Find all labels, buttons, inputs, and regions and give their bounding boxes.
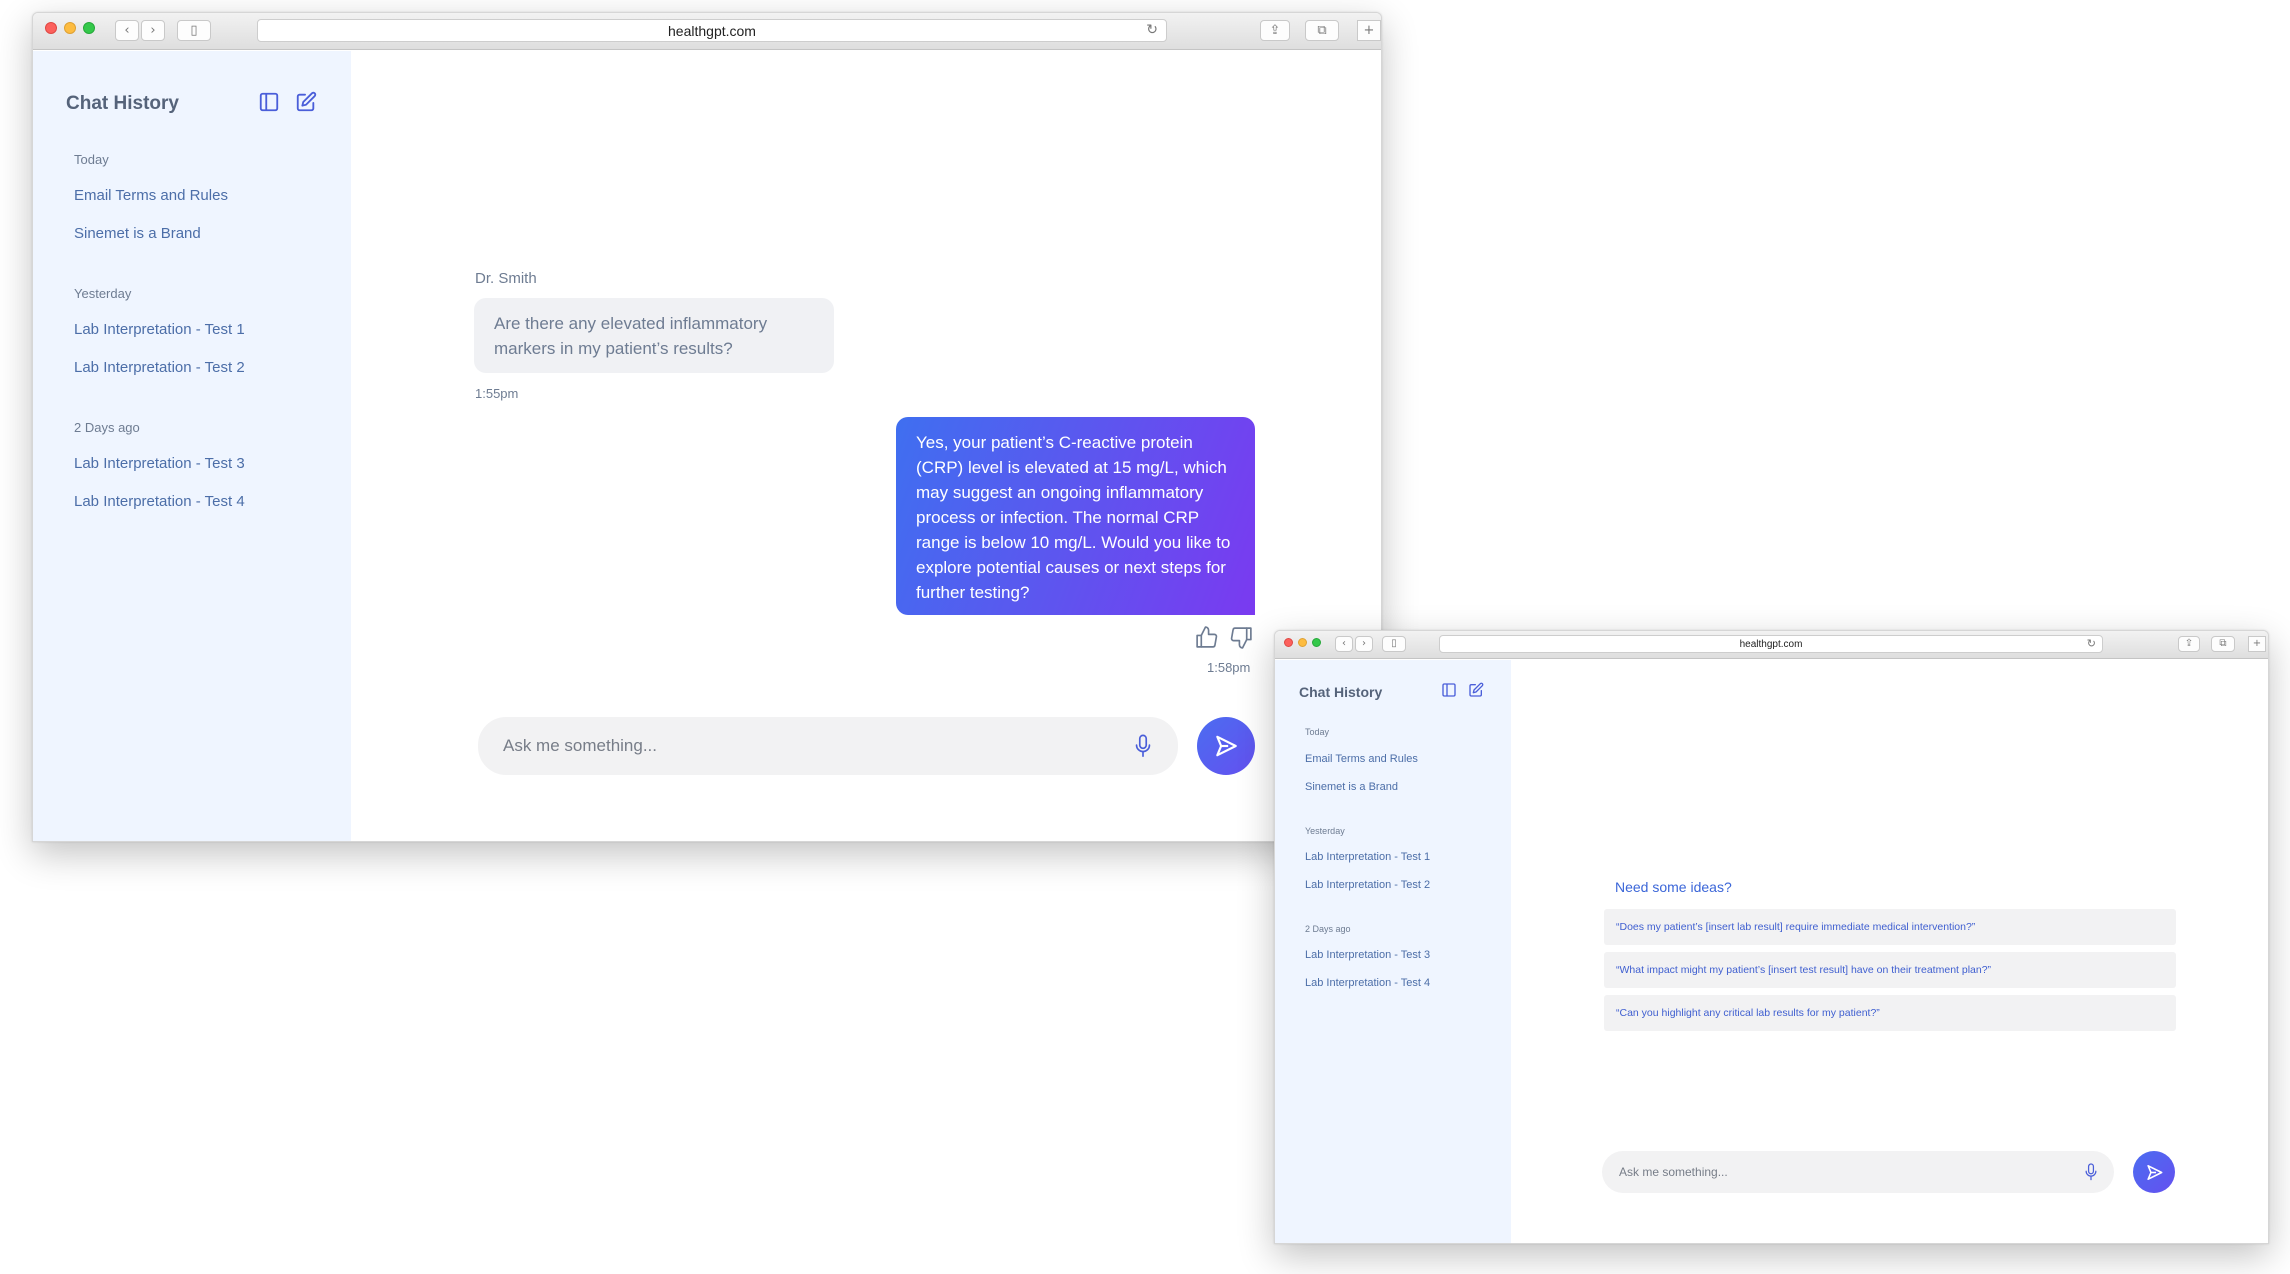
browser-window-ideas: ‹ › ▯ healthgpt.com ↻ ⇪ ⧉ + Chat History… <box>1274 630 2269 1244</box>
chat-item[interactable]: Sinemet is a Brand <box>1305 781 1398 793</box>
send-button[interactable] <box>2133 1151 2175 1193</box>
input-placeholder: Ask me something... <box>503 736 658 755</box>
minimize-window-button[interactable] <box>64 22 76 34</box>
url-text: healthgpt.com <box>668 22 756 39</box>
chat-item[interactable]: Lab Interpretation - Test 2 <box>74 359 245 376</box>
message-input[interactable]: Ask me something... <box>478 717 1178 775</box>
close-window-button[interactable] <box>1284 638 1293 647</box>
tabs-button[interactable]: ⧉ <box>1305 20 1339 41</box>
group-label-today: Today <box>74 152 109 167</box>
user-message-time: 1:55pm <box>475 386 519 401</box>
user-message-bubble: Are there any elevated inflammatory mark… <box>474 298 834 373</box>
microphone-icon[interactable] <box>1133 734 1153 758</box>
new-tab-button[interactable]: + <box>1357 20 1381 41</box>
chat-item[interactable]: Lab Interpretation - Test 4 <box>1305 977 1430 989</box>
thumbs-up-icon[interactable] <box>1194 625 1219 650</box>
zoom-window-button[interactable] <box>83 22 95 34</box>
sidebar-title: Chat History <box>66 93 179 114</box>
sender-name: Dr. Smith <box>475 270 537 287</box>
browser-toolbar: ‹ › ▯ healthgpt.com ↻ ⇪ ⧉ + <box>33 13 1381 50</box>
chat-item[interactable]: Lab Interpretation - Test 1 <box>74 321 245 338</box>
new-chat-icon[interactable] <box>1468 682 1484 698</box>
browser-toolbar: ‹ › ▯ healthgpt.com ↻ ⇪ ⧉ + <box>1275 631 2268 659</box>
idea-suggestion[interactable]: “Can you highlight any critical lab resu… <box>1604 995 2176 1031</box>
message-input[interactable]: Ask me something... <box>1602 1151 2114 1193</box>
idea-suggestion[interactable]: “Does my patient’s [insert lab result] r… <box>1604 909 2176 945</box>
new-chat-icon[interactable] <box>295 91 317 113</box>
send-button[interactable] <box>1197 717 1255 775</box>
reload-icon[interactable]: ↻ <box>2087 637 2096 650</box>
sidebar-title: Chat History <box>1299 684 1383 700</box>
group-label-yesterday: Yesterday <box>1305 826 1345 836</box>
chat-item[interactable]: Lab Interpretation - Test 3 <box>74 455 245 472</box>
send-icon <box>2146 1164 2162 1180</box>
ai-response-bubble: Yes, your patient’s C-reactive protein (… <box>896 417 1255 615</box>
group-label-today: Today <box>1305 727 1330 737</box>
thumbs-down-icon[interactable] <box>1229 625 1254 650</box>
idea-suggestion[interactable]: “What impact might my patient’s [insert … <box>1604 952 2176 988</box>
minimize-window-button[interactable] <box>1298 638 1307 647</box>
url-text: healthgpt.com <box>1739 638 1803 650</box>
address-bar[interactable]: healthgpt.com ↻ <box>257 19 1167 42</box>
back-button[interactable]: ‹ <box>1335 636 1353 652</box>
chat-item[interactable]: Lab Interpretation - Test 1 <box>1305 851 1430 863</box>
ideas-title: Need some ideas? <box>1615 879 1732 895</box>
chat-item[interactable]: Lab Interpretation - Test 3 <box>1305 949 1430 961</box>
ai-message-time: 1:58pm <box>1207 660 1251 675</box>
share-button[interactable]: ⇪ <box>2178 636 2200 652</box>
chat-item[interactable]: Email Terms and Rules <box>74 187 228 204</box>
chat-item[interactable]: Lab Interpretation - Test 2 <box>1305 879 1430 891</box>
stage: ‹ › ▯ healthgpt.com ↻ ⇪ ⧉ + Chat History… <box>0 0 2290 1274</box>
back-button[interactable]: ‹ <box>115 20 139 41</box>
share-button[interactable]: ⇪ <box>1260 20 1290 41</box>
chat-item[interactable]: Lab Interpretation - Test 4 <box>74 493 245 510</box>
address-bar[interactable]: healthgpt.com ↻ <box>1439 635 2103 653</box>
close-window-button[interactable] <box>45 22 57 34</box>
browser-window-conversation: ‹ › ▯ healthgpt.com ↻ ⇪ ⧉ + Chat History… <box>32 12 1382 842</box>
group-label-2-days-ago: 2 Days ago <box>74 420 140 435</box>
group-label-yesterday: Yesterday <box>74 286 132 301</box>
send-icon <box>1216 735 1237 757</box>
tabs-button[interactable]: ⧉ <box>2211 636 2235 652</box>
group-label-2-days-ago: 2 Days ago <box>1305 924 1351 934</box>
reload-icon[interactable]: ↻ <box>1146 22 1158 38</box>
sidebar-toggle-icon[interactable] <box>1441 682 1457 698</box>
chat-item[interactable]: Sinemet is a Brand <box>74 225 201 242</box>
sidebar-browser-button[interactable]: ▯ <box>177 20 211 41</box>
chat-item[interactable]: Email Terms and Rules <box>1305 753 1418 765</box>
chat-history-sidebar: Chat History Today Email Terms and Rules… <box>1275 660 1511 1243</box>
sidebar-browser-button[interactable]: ▯ <box>1382 636 1406 652</box>
forward-button[interactable]: › <box>1355 636 1373 652</box>
microphone-icon[interactable] <box>2084 1163 2098 1181</box>
input-placeholder: Ask me something... <box>1619 1165 1728 1179</box>
sidebar-toggle-icon[interactable] <box>258 91 280 113</box>
forward-button[interactable]: › <box>141 20 165 41</box>
new-tab-button[interactable]: + <box>2248 636 2266 652</box>
zoom-window-button[interactable] <box>1312 638 1321 647</box>
chat-history-sidebar: Chat History Today Email Terms and Rules… <box>33 51 351 841</box>
